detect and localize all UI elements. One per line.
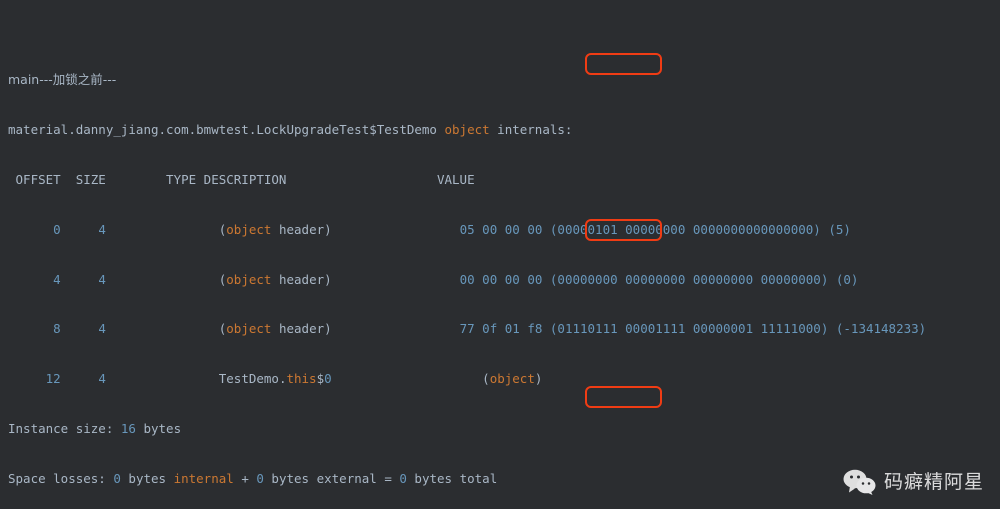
section-title: main---加锁之前---	[8, 72, 117, 88]
wechat-icon	[843, 469, 877, 495]
class-internals-heading: material.danny_jiang.com.bmwtest.LockUpg…	[8, 122, 573, 138]
terminal-screenshot: main---加锁之前--- material.danny_jiang.com.…	[0, 0, 1000, 509]
watermark-text: 码癖精阿星	[883, 470, 984, 493]
table-row: 8 4 (object header) 77 0f 01 f8 (0111011…	[8, 321, 927, 337]
table-row: 0 4 (object header) 05 00 00 00 (0000010…	[8, 221, 851, 237]
table-row: 4 4 (object header) 00 00 00 00 (0000000…	[8, 271, 859, 287]
watermark: 码癖精阿星	[843, 469, 984, 495]
instance-size-line: Instance size: 16 bytes	[8, 420, 182, 436]
space-losses-line: Space losses: 0 bytes internal + 0 bytes…	[8, 470, 498, 486]
column-header-row: OFFSET SIZE TYPE DESCRIPTION VALUE	[8, 171, 475, 187]
console-output: main---加锁之前--- material.danny_jiang.com.…	[8, 6, 926, 509]
table-row: 12 4 TestDemo.this$0 (object)	[8, 371, 543, 387]
